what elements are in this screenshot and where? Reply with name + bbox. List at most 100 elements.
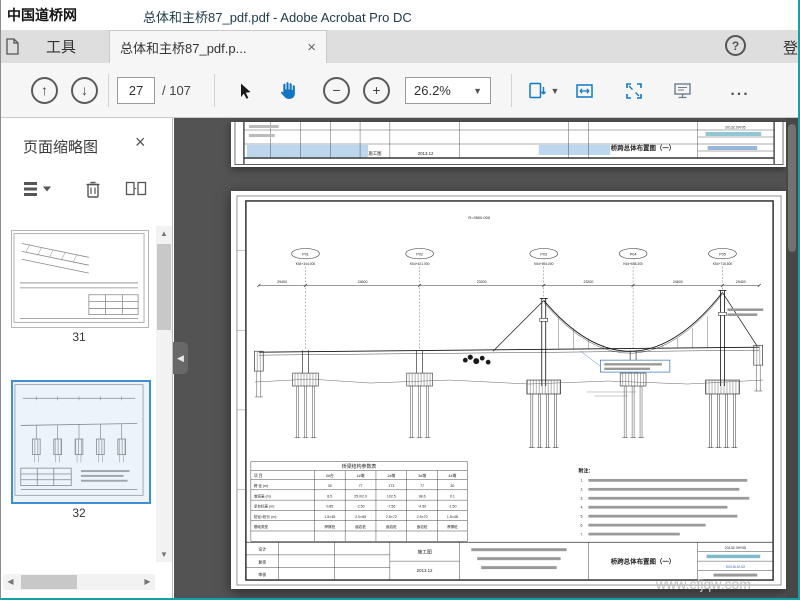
hand-icon <box>280 82 295 99</box>
svg-text:2.: 2. <box>580 487 583 491</box>
previous-page-button[interactable]: ↑ <box>31 77 58 104</box>
chevron-down-icon: ▼ <box>473 85 482 96</box>
svg-text:5.: 5. <box>580 514 583 518</box>
thumbnail-options-button[interactable] <box>23 180 53 198</box>
scroll-up-icon[interactable]: ▲ <box>156 226 172 241</box>
svg-text:墩塔高 (m): 墩塔高 (m) <box>254 493 271 498</box>
svg-text:30: 30 <box>450 484 454 488</box>
list-options-icon <box>24 182 51 196</box>
presentation-button[interactable] <box>669 77 695 104</box>
svg-text:P03: P03 <box>540 252 547 256</box>
scroll-down-icon[interactable]: ▼ <box>156 547 172 562</box>
fullscreen-icon <box>626 82 642 99</box>
page-26-bottom-strip: 施工图 2013.12 桥跨总体布置图（一） 2013Z.09Y05 <box>231 122 787 167</box>
title-block: 设计 复核 审核 施工图 2013.12 桥跨总体布置图（一） 2013Z.09… <box>245 541 774 581</box>
page-27[interactable]: R=3500.000 P01 P02 P03 P04 P05 K54+344.0… <box>231 191 787 589</box>
dimension-chain: 29400 24600 23200 23200 24600 29400 <box>257 280 761 288</box>
trash-icon <box>86 181 100 198</box>
select-tool-button[interactable] <box>232 77 258 104</box>
scroll-left-icon[interactable]: ◀ <box>3 574 18 590</box>
page-display-button[interactable] <box>525 77 549 104</box>
thumbnail-31-preview <box>13 233 145 323</box>
scrollbar-thumb[interactable] <box>21 575 77 589</box>
svg-text:P05: P05 <box>719 252 726 256</box>
svg-text:施工图: 施工图 <box>417 549 432 556</box>
tab-document-label: 总体和主桥87_pdf.p... <box>120 40 247 56</box>
tab-bar: 工具 总体和主桥87_pdf.p... × ? 登录 <box>1 30 799 63</box>
tab-document[interactable]: 总体和主桥87_pdf.p... × <box>109 30 327 63</box>
svg-text:2013.12: 2013.12 <box>418 151 434 156</box>
svg-text:77: 77 <box>420 484 424 488</box>
thumbnail-32-label[interactable]: 32 <box>11 506 147 520</box>
thumbnail-selection-overlay <box>13 382 149 502</box>
svg-text:嵌岩桩: 嵌岩桩 <box>386 524 397 529</box>
acrobat-window: 中国道桥网 总体和主桥87_pdf.pdf - Adobe Acrobat Pr… <box>0 0 800 600</box>
svg-text:嵌岩桩: 嵌岩桩 <box>417 524 428 529</box>
scrollbar-thumb[interactable] <box>157 244 171 330</box>
main-toolbar: ↑ ↓ 27 / 107 − + 26.2% ▼ ▼ ... <box>1 63 798 118</box>
document-vertical-scrollbar[interactable] <box>786 118 798 598</box>
svg-text:1.5×48: 1.5×48 <box>447 515 458 519</box>
notes-block: 附注： 1. 2. 3. 4. 5. 6. 7. <box>579 468 750 536</box>
svg-text:审核: 审核 <box>258 572 266 577</box>
more-tools-button[interactable]: ... <box>723 77 757 104</box>
parameters-table: 桥梁结构参数表 项 目 0#台 1#墩 2#墩 3#墩 4#墩 跨 径 (m) … <box>250 461 468 542</box>
thumbnails-panel: 页面缩略图 × 31 32 ▲ ▼ ◀ ▶ <box>1 118 173 598</box>
svg-text:摩擦桩: 摩擦桩 <box>324 524 335 529</box>
page-number-input[interactable]: 27 <box>117 77 155 104</box>
zoom-out-button[interactable]: − <box>323 77 350 104</box>
svg-text:29400: 29400 <box>277 280 287 284</box>
svg-text:173: 173 <box>388 484 394 488</box>
chevron-down-icon[interactable]: ▼ <box>550 77 560 104</box>
zoom-level-dropdown[interactable]: 26.2% ▼ <box>405 77 491 104</box>
svg-text:7.: 7. <box>580 532 583 536</box>
split-pages-button[interactable] <box>125 180 147 197</box>
next-page-button[interactable]: ↓ <box>71 77 98 104</box>
svg-text:跨 径 (m): 跨 径 (m) <box>254 483 268 488</box>
thumbnail-31-label[interactable]: 31 <box>11 330 147 344</box>
panel-close-icon[interactable]: × <box>135 132 146 153</box>
svg-text:2013Z.09Y05: 2013Z.09Y05 <box>725 546 746 550</box>
zoom-in-button[interactable]: + <box>363 77 390 104</box>
svg-text:1.5×45: 1.5×45 <box>324 515 335 519</box>
toolbar-separator <box>214 74 215 107</box>
svg-text:3#墩: 3#墩 <box>418 473 426 478</box>
login-link[interactable]: 登录 <box>783 37 799 58</box>
bridge-elevation <box>254 290 764 449</box>
thumbnail-page-32[interactable] <box>11 380 151 504</box>
svg-text:23200: 23200 <box>583 280 593 284</box>
svg-text:9.1: 9.1 <box>450 494 455 498</box>
svg-text:-2.50: -2.50 <box>357 505 365 509</box>
svg-text:S03-Ⅲ-Ⅳ-02: S03-Ⅲ-Ⅳ-02 <box>726 565 746 569</box>
panel-horizontal-scrollbar[interactable]: ◀ ▶ <box>3 574 155 590</box>
help-button[interactable]: ? <box>725 35 746 56</box>
panel-vertical-scrollbar[interactable]: ▲ ▼ <box>156 226 172 562</box>
svg-text:桥跨总体布置图（一）: 桥跨总体布置图（一） <box>611 557 675 566</box>
svg-text:-4.50: -4.50 <box>418 505 426 509</box>
scrollbar-thumb[interactable] <box>788 124 796 252</box>
site-watermark: 中国道桥网 <box>7 7 77 23</box>
svg-text:2.0×65: 2.0×65 <box>355 515 366 519</box>
svg-text:25.0/2.0: 25.0/2.0 <box>354 494 367 498</box>
document-view: 施工图 2013.12 桥跨总体布置图（一） 2013Z.09Y05 R=350… <box>174 118 798 598</box>
svg-text:P04: P04 <box>630 252 637 256</box>
svg-text:复核: 复核 <box>258 559 266 564</box>
fit-width-icon <box>575 83 593 98</box>
tab-tools[interactable]: 工具 <box>17 30 105 63</box>
svg-text:1.: 1. <box>580 479 583 483</box>
fit-width-button[interactable] <box>571 77 597 104</box>
scroll-right-icon[interactable]: ▶ <box>140 574 155 590</box>
page-26-titleblock: 施工图 2013.12 桥跨总体布置图（一） 2013Z.09Y05 <box>234 122 784 165</box>
deck-annotation <box>580 351 671 373</box>
thumbnail-page-31[interactable] <box>11 230 149 328</box>
svg-text:30: 30 <box>328 484 332 488</box>
delete-pages-button[interactable] <box>85 180 101 199</box>
fullscreen-button[interactable] <box>621 77 647 104</box>
pier-callouts: P01 P02 P03 P04 P05 K54+344.000 K54+421.… <box>291 248 737 351</box>
tab-close-icon[interactable]: × <box>307 39 316 56</box>
svg-text:4#墩: 4#墩 <box>448 473 456 478</box>
svg-text:2013.12: 2013.12 <box>417 568 433 573</box>
title-bar: 中国道桥网 总体和主桥87_pdf.pdf - Adobe Acrobat Pr… <box>1 0 798 30</box>
hand-tool-button[interactable] <box>273 77 301 104</box>
panel-collapse-handle[interactable]: ◀ <box>173 342 188 374</box>
